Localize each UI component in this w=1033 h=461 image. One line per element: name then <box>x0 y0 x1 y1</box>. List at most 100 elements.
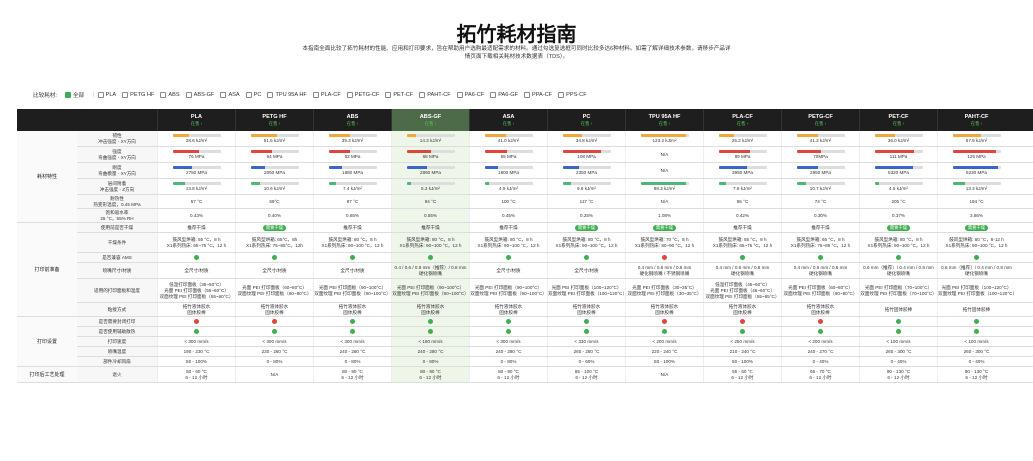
filter-option-pet-cf[interactable]: PET-CF <box>385 92 413 98</box>
cell-value: 0.4 / 0.6 / 0.8 mm（推荐）/ 0.8 mm 硬化钢喷嘴 <box>394 264 467 276</box>
table-cell: 230 - 260 °C <box>235 347 313 356</box>
cell-value: 拓竹固体胶棒 <box>884 306 913 312</box>
table-cell <box>703 317 781 326</box>
table-cell: 1.08% <box>625 209 703 222</box>
table-cell: 0.30% <box>781 209 859 222</box>
material-availability-link[interactable]: 在售 › <box>347 121 358 127</box>
checkbox-icon[interactable] <box>419 92 426 98</box>
filter-option-petg-cf[interactable]: PETG-CF <box>346 92 379 98</box>
material-name: PAHT-CF <box>964 113 989 120</box>
cell-value: 76 MPa <box>188 153 205 159</box>
table-cell: 125 MPa <box>937 147 1015 162</box>
group-rows: 是否需要封闭打印 是否使用辅助散热 打印速度 < 300 mm/s < 300 mm/s… <box>77 317 1033 367</box>
material-header-abs[interactable]: ABS 在售 › <box>313 109 391 131</box>
checkbox-icon[interactable] <box>64 92 71 98</box>
table-cell: 0.4 mm / 0.6 mm / 0.8 mm 硬化钢喷嘴 <box>781 263 859 278</box>
material-header-pc[interactable]: PC 在售 › <box>547 109 625 131</box>
table-cell: 64 MPa <box>235 147 313 162</box>
material-availability-link[interactable]: 在售 › <box>659 121 670 127</box>
cell-value: 0.45% <box>501 212 516 218</box>
material-header-pet-cf[interactable]: PET-CF 在售 › <box>859 109 937 131</box>
checkbox-icon[interactable] <box>524 92 530 98</box>
filter-option-abs[interactable]: ABS <box>160 92 180 98</box>
material-header-petg-cf[interactable]: PETG-CF 在售 › <box>781 109 859 131</box>
rating-bar <box>562 149 611 153</box>
table-cell: 240 - 270 °C <box>781 347 859 356</box>
cell-value: 210 - 240 °C <box>729 348 756 354</box>
rating-bar <box>562 165 611 169</box>
table-group: 打印设置 是否需要封闭打印 是否使用辅助散热 打印速度 < 300 mm/s < 300 … <box>17 317 1033 367</box>
cell-value: 7.8 kJ/m² <box>733 185 752 191</box>
filter-option-abs-gf[interactable]: ABS-GF <box>185 92 214 98</box>
material-availability-link[interactable]: 在售 › <box>581 121 592 127</box>
material-availability-link[interactable]: 在售 › <box>893 121 904 127</box>
material-header-petg-hf[interactable]: PETG HF 在售 › <box>235 109 313 131</box>
cell-value: 117 °C <box>579 198 594 204</box>
filter-option-pla[interactable]: PLA <box>97 92 116 98</box>
cell-value: 0.4 mm / 0.6 mm / 0.8 mm 硬化钢喷嘴 <box>715 264 770 276</box>
checkbox-icon[interactable] <box>267 92 274 98</box>
table-cell: < 180 mm/s <box>391 337 469 346</box>
table-cell: 14.3 kJ/m² <box>391 131 469 146</box>
checkbox-icon[interactable] <box>558 92 565 98</box>
material-header-pla[interactable]: PLA 在售 › <box>157 109 235 131</box>
filter-option-paht-cf[interactable]: PAHT-CF <box>419 92 451 98</box>
checkbox-icon[interactable] <box>312 92 319 98</box>
cell-value: 69°C <box>269 198 280 204</box>
material-header-pla-cf[interactable]: PLA-CF 在售 › <box>703 109 781 131</box>
cell-value: 拓竹液体胶水 固体胶棒 <box>806 303 835 315</box>
filter-option-asa[interactable]: ASA <box>220 92 240 98</box>
table-cell: 鼓风型烘箱: 55 °C，8 h X1系列热床: 65~75 °C，12 h <box>703 233 781 252</box>
filter-option-petg-hf[interactable]: PETG HF <box>122 92 154 98</box>
cell-value: 34.8 kJ/m² <box>575 137 598 143</box>
table-cell: 0 - 80% <box>469 357 547 366</box>
table-header-row: PLA 在售 › PETG HF 在售 › ABS 在售 › ABS-GF 在售 › ASA 在售… <box>17 109 1033 131</box>
checkbox-icon[interactable] <box>456 92 463 98</box>
checkbox-icon[interactable] <box>346 92 353 98</box>
table-cell <box>937 317 1015 326</box>
table-cell: 需要干燥 <box>937 223 1015 232</box>
material-availability-link[interactable]: 在售 › <box>191 121 202 127</box>
material-availability-link[interactable]: 在售 › <box>425 121 436 127</box>
filter-option-pa6-cf[interactable]: PA6-CF <box>456 92 484 98</box>
filter-option-pps-cf[interactable]: PPS-CF <box>558 92 587 98</box>
checkbox-icon[interactable] <box>490 92 497 98</box>
table-cell: 111 MPa <box>859 147 937 162</box>
material-availability-link[interactable]: 在售 › <box>737 121 748 127</box>
material-header-tpu-95a-hf[interactable]: TPU 95A HF 在售 › <box>625 109 703 131</box>
material-availability-link[interactable]: 在售 › <box>815 121 826 127</box>
checkbox-icon[interactable] <box>97 92 104 98</box>
table-cell: 推荐干燥 <box>469 223 547 232</box>
cell-value: 62 MPa <box>344 153 361 159</box>
material-header-paht-cf[interactable]: PAHT-CF 在售 › <box>937 109 1015 131</box>
cell-value: 全尺寸/材质 <box>262 267 287 273</box>
table-cell: 推荐干燥 <box>781 223 859 232</box>
checkbox-icon[interactable] <box>185 92 192 98</box>
checkbox-icon[interactable] <box>160 92 167 98</box>
material-header-abs-gf[interactable]: ABS-GF 在售 › <box>391 109 469 131</box>
table-group: 耗材特性 韧性 冲击强度 - XY方向 28.6 kJ/m² 51.5 kJ/m² 39.… <box>17 131 1033 223</box>
rating-bar <box>328 133 377 137</box>
rating-bar <box>952 149 1001 153</box>
checkbox-icon[interactable] <box>385 92 392 98</box>
material-availability-link[interactable]: 在售 › <box>971 121 982 127</box>
table-cell: 76 MPa <box>157 147 235 162</box>
cell-value: 1880 MPa <box>342 169 363 175</box>
rating-bar <box>172 133 221 137</box>
filter-option-pc[interactable]: PC <box>245 92 261 98</box>
filter-option-pa6-gf[interactable]: PA6-GF <box>490 92 518 98</box>
check-icon <box>350 255 355 260</box>
filter-option-ppa-cf[interactable]: PPA-CF <box>524 92 552 98</box>
material-header-asa[interactable]: ASA 在售 › <box>469 109 547 131</box>
material-availability-link[interactable]: 在售 › <box>503 121 514 127</box>
cell-value: 190 - 230 °C <box>183 348 210 354</box>
attribute-label: 粘接方式 <box>77 303 157 316</box>
checkbox-icon[interactable] <box>245 92 252 98</box>
attribute-label: 部件冷却风扇 <box>77 357 157 366</box>
filter-option-pla-cf[interactable]: PLA-CF <box>312 92 341 98</box>
checkbox-icon[interactable] <box>220 92 227 98</box>
filter-option-tpu-95a-hf[interactable]: TPU 95A HF <box>267 92 307 98</box>
material-availability-link[interactable]: 在售 › <box>269 121 280 127</box>
checkbox-icon[interactable] <box>122 92 129 98</box>
filter-option--[interactable]: 全部 <box>64 91 84 99</box>
